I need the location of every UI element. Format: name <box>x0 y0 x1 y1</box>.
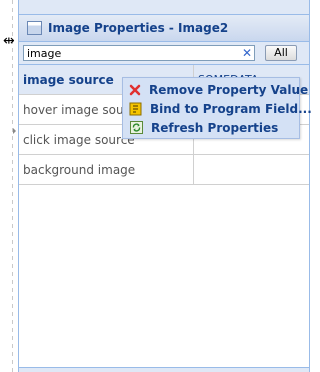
panel-bottom-strip <box>19 367 309 372</box>
menu-item-label: Bind to Program Field... <box>150 101 312 116</box>
property-name: background image <box>19 155 194 184</box>
menu-item-refresh-properties[interactable]: Refresh Properties <box>123 118 299 137</box>
clear-search-icon[interactable]: ✕ <box>240 46 254 60</box>
image-properties-panel: Image Properties - Image2 ✕ All image so… <box>18 0 310 372</box>
refresh-icon <box>129 121 143 135</box>
all-button[interactable]: All <box>265 45 297 61</box>
panel-top-band <box>19 0 309 15</box>
left-guide-strip <box>0 0 18 372</box>
search-input[interactable] <box>24 46 240 60</box>
bind-icon <box>129 102 142 116</box>
panel-titlebar[interactable]: Image Properties - Image2 <box>19 15 309 42</box>
menu-item-bind-to-program-field[interactable]: Bind to Program Field... <box>123 99 312 118</box>
menu-item-label: Refresh Properties <box>151 120 279 135</box>
window-icon <box>27 21 42 35</box>
collapse-arrow-icon[interactable] <box>13 128 16 134</box>
table-row[interactable]: background image <box>19 155 309 185</box>
red-x-icon <box>129 83 141 97</box>
search-box: ✕ <box>23 45 255 61</box>
search-bar: ✕ All <box>19 42 309 65</box>
property-value[interactable] <box>194 155 309 184</box>
context-menu: Remove Property Value Bind to Program Fi… <box>122 77 312 139</box>
menu-item-remove-property-value[interactable]: Remove Property Value <box>123 80 308 99</box>
menu-item-label: Remove Property Value <box>149 82 309 97</box>
panel-title: Image Properties - Image2 <box>48 21 229 35</box>
